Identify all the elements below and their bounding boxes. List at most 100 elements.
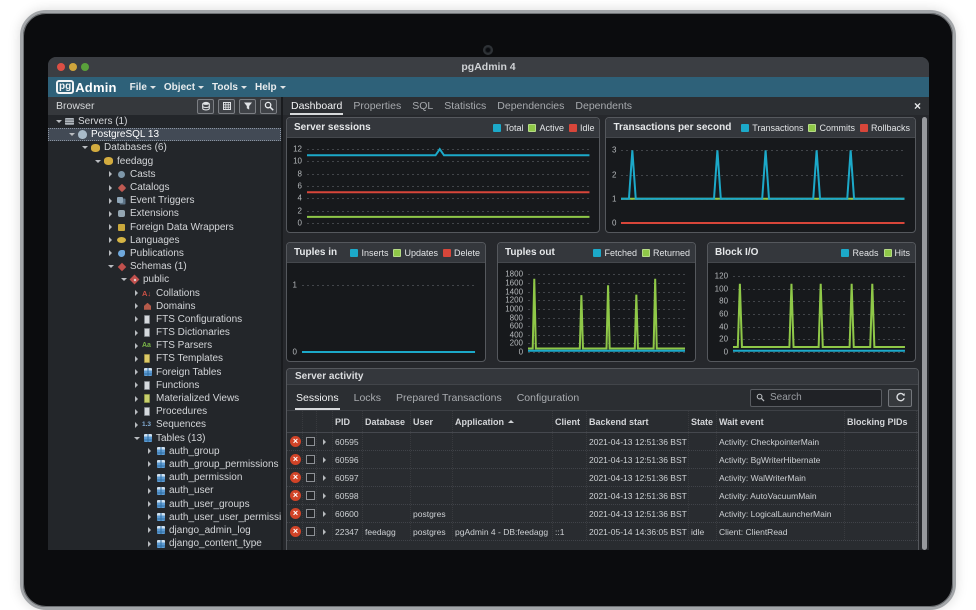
chevron-right-icon[interactable] [135, 356, 141, 362]
row-checkbox[interactable] [306, 455, 315, 464]
chevron-right-icon[interactable] [148, 448, 154, 454]
chevron-right-icon[interactable] [148, 488, 154, 494]
chevron-right-icon[interactable] [135, 369, 141, 375]
col-user[interactable]: User [411, 411, 453, 432]
tab-dependencies[interactable]: Dependencies [496, 97, 565, 115]
chevron-right-icon[interactable] [109, 224, 115, 230]
search-input[interactable] [770, 392, 876, 403]
chevron-right-icon[interactable] [148, 514, 154, 520]
chevron-right-icon[interactable] [109, 171, 115, 177]
tree-item-publications[interactable]: Publications [48, 247, 281, 260]
tree-item-foreign-tables[interactable]: Foreign Tables [48, 366, 281, 379]
col-blocking-pids[interactable]: Blocking PIDs [845, 411, 917, 432]
chevron-down-icon[interactable] [134, 437, 140, 443]
expand-row-icon[interactable] [323, 457, 329, 463]
tree-item-servers-1-[interactable]: Servers (1) [48, 115, 281, 128]
col-backend-start[interactable]: Backend start [587, 411, 689, 432]
tree-item-materialized-views[interactable]: Materialized Views [48, 392, 281, 405]
row-checkbox[interactable] [306, 473, 315, 482]
tree-item-fts-dictionaries[interactable]: FTS Dictionaries [48, 326, 281, 339]
tab-dependents[interactable]: Dependents [574, 97, 633, 115]
sa-tab-locks[interactable]: Locks [353, 385, 382, 410]
chevron-right-icon[interactable] [109, 185, 115, 191]
session-row-60597[interactable]: ×605972021-04-13 12:51:36 BSTActivity: W… [287, 469, 918, 487]
row-checkbox[interactable] [306, 437, 315, 446]
chevron-right-icon[interactable] [148, 501, 154, 507]
tab-properties[interactable]: Properties [352, 97, 402, 115]
tree-item-sequences[interactable]: Sequences [48, 418, 281, 431]
sa-tab-sessions[interactable]: Sessions [295, 385, 340, 410]
col-client[interactable]: Client [553, 411, 587, 432]
tree-item-postgresql-13[interactable]: PostgreSQL 13 [48, 128, 281, 141]
terminate-session-icon[interactable]: × [290, 436, 301, 447]
tree-item-functions[interactable]: Functions [48, 379, 281, 392]
col-wait-event[interactable]: Wait event [717, 411, 845, 432]
expand-row-icon[interactable] [323, 511, 329, 517]
terminate-session-icon[interactable]: × [290, 526, 301, 537]
chevron-right-icon[interactable] [135, 422, 141, 428]
tree-item-event-triggers[interactable]: Event Triggers [48, 194, 281, 207]
chevron-down-icon[interactable] [108, 265, 114, 271]
tree-item-auth-group[interactable]: auth_group [48, 445, 281, 458]
tree-item-extensions[interactable]: Extensions [48, 207, 281, 220]
col-pid[interactable]: PID [333, 411, 363, 432]
tree-item-procedures[interactable]: Procedures [48, 405, 281, 418]
tree-item-auth-user-groups[interactable]: auth_user_groups [48, 497, 281, 510]
tab-dashboard[interactable]: Dashboard [290, 97, 343, 115]
chevron-right-icon[interactable] [135, 290, 141, 296]
chevron-right-icon[interactable] [148, 527, 154, 533]
chevron-down-icon[interactable] [121, 278, 127, 284]
database-stack-button[interactable] [197, 99, 214, 114]
session-row-60595[interactable]: ×605952021-04-13 12:51:36 BSTActivity: C… [287, 433, 918, 451]
terminate-session-icon[interactable]: × [290, 490, 301, 501]
refresh-button[interactable] [888, 389, 912, 407]
chevron-down-icon[interactable] [82, 146, 88, 152]
tree-item-languages[interactable]: Languages [48, 234, 281, 247]
terminate-session-icon[interactable]: × [290, 454, 301, 465]
tree-item-auth-group-permissions[interactable]: auth_group_permissions [48, 458, 281, 471]
tab-statistics[interactable]: Statistics [443, 97, 487, 115]
chevron-right-icon[interactable] [148, 541, 154, 547]
expand-row-icon[interactable] [323, 529, 329, 535]
chevron-down-icon[interactable] [69, 133, 75, 139]
chevron-right-icon[interactable] [109, 211, 115, 217]
tree-item-databases-6-[interactable]: Databases (6) [48, 141, 281, 154]
tree-item-public[interactable]: public [48, 273, 281, 286]
menu-tools[interactable]: Tools [212, 82, 247, 93]
expand-row-icon[interactable] [323, 475, 329, 481]
dashboard-scrollbar[interactable] [922, 117, 927, 550]
expand-row-icon[interactable] [323, 439, 329, 445]
chevron-right-icon[interactable] [135, 382, 141, 388]
tree-item-fts-templates[interactable]: FTS Templates [48, 352, 281, 365]
tree-item-django-admin-log[interactable]: django_admin_log [48, 524, 281, 537]
chevron-down-icon[interactable] [95, 160, 101, 166]
tree-item-auth-user-user-permissions[interactable]: auth_user_user_permissions [48, 511, 281, 524]
expand-row-icon[interactable] [323, 493, 329, 499]
tree-item-collations[interactable]: Collations [48, 286, 281, 299]
tree-item-feedagg[interactable]: feedagg [48, 155, 281, 168]
tree-item-auth-permission[interactable]: auth_permission [48, 471, 281, 484]
tree-item-tables-13-[interactable]: Tables (13) [48, 432, 281, 445]
col-state[interactable]: State [689, 411, 717, 432]
close-panel-icon[interactable]: × [914, 97, 921, 115]
tree-item-django-content-type[interactable]: django_content_type [48, 537, 281, 550]
tree-item-catalogs[interactable]: Catalogs [48, 181, 281, 194]
chevron-right-icon[interactable] [135, 409, 141, 415]
col-application[interactable]: Application [453, 411, 553, 432]
search-box[interactable] [750, 389, 882, 407]
menu-object[interactable]: Object [164, 82, 204, 93]
tree-item-auth-user[interactable]: auth_user [48, 484, 281, 497]
row-checkbox[interactable] [306, 509, 315, 518]
row-checkbox[interactable] [306, 527, 315, 536]
tree-item-foreign-data-wrappers[interactable]: Foreign Data Wrappers [48, 221, 281, 234]
chevron-right-icon[interactable] [109, 237, 115, 243]
sa-tab-configuration[interactable]: Configuration [516, 385, 580, 410]
chevron-right-icon[interactable] [148, 461, 154, 467]
tree-item-fts-configurations[interactable]: FTS Configurations [48, 313, 281, 326]
tree-item-casts[interactable]: Casts [48, 168, 281, 181]
chevron-right-icon[interactable] [148, 475, 154, 481]
chevron-right-icon[interactable] [135, 303, 141, 309]
session-row-22347[interactable]: ×22347feedaggpostgrespgAdmin 4 - DB:feed… [287, 523, 918, 541]
session-row-60598[interactable]: ×605982021-04-13 12:51:36 BSTActivity: A… [287, 487, 918, 505]
tab-sql[interactable]: SQL [411, 97, 434, 115]
